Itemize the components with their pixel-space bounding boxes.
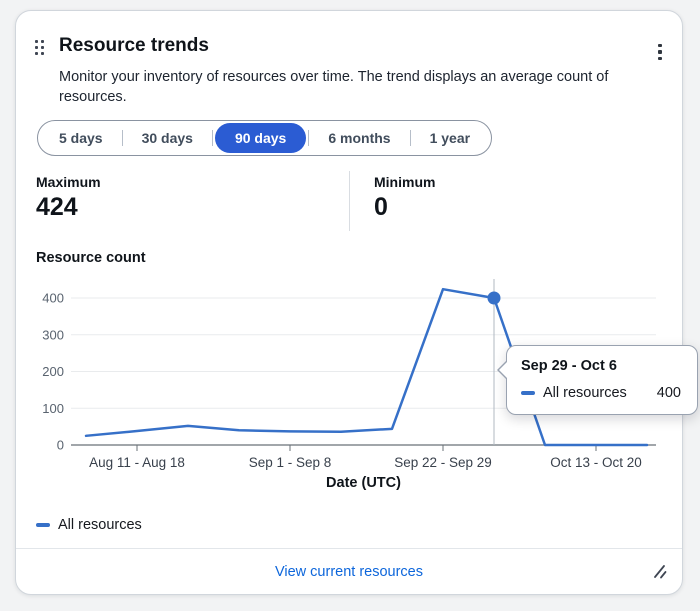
chart-tooltip: Sep 29 - Oct 6 All resources 400	[506, 345, 698, 415]
legend-label[interactable]: All resources	[58, 517, 142, 533]
drag-handle-icon[interactable]	[35, 40, 45, 56]
range-option-30-days[interactable]: 30 days	[123, 123, 212, 153]
tooltip-series-value: 400	[657, 385, 681, 401]
legend-dash-icon	[36, 523, 50, 527]
resize-handle-icon[interactable]	[652, 564, 668, 580]
y-tick-label: 200	[42, 364, 64, 379]
chart-legend: All resources	[36, 517, 142, 533]
x-tick-label: Sep 1 - Sep 8	[249, 455, 332, 470]
tooltip-date-range: Sep 29 - Oct 6	[521, 358, 681, 374]
y-tick-label: 300	[42, 327, 64, 342]
y-tick-label: 100	[42, 401, 64, 416]
stat-divider	[349, 171, 350, 231]
view-current-resources-link[interactable]: View current resources	[275, 564, 423, 580]
widget-menu-button[interactable]	[645, 37, 675, 67]
stat-minimum-value: 0	[374, 193, 388, 222]
y-tick-label: 0	[57, 438, 64, 453]
resource-trends-widget: Resource trends Monitor your inventory o…	[15, 10, 683, 595]
y-tick-label: 400	[42, 291, 64, 306]
vertical-ellipsis-icon	[658, 44, 662, 61]
range-option-90-days[interactable]: 90 days	[215, 123, 306, 153]
widget-title: Resource trends	[59, 35, 209, 57]
x-tick-label: Sep 22 - Sep 29	[394, 455, 492, 470]
range-selector: 5 days30 days90 days6 months1 year	[37, 120, 492, 156]
range-option-5-days[interactable]: 5 days	[40, 123, 122, 153]
series-dash-icon	[521, 391, 535, 395]
widget-footer: View current resources	[16, 548, 682, 594]
tooltip-series-row: All resources 400	[521, 385, 681, 401]
hover-point-marker	[488, 292, 501, 305]
widget-description: Monitor your inventory of resources over…	[59, 67, 639, 107]
x-axis-title: Date (UTC)	[326, 475, 401, 491]
stat-minimum-label: Minimum	[374, 174, 435, 190]
stat-maximum-label: Maximum	[36, 174, 101, 190]
range-option-1-year[interactable]: 1 year	[411, 123, 489, 153]
x-tick-label: Oct 13 - Oct 20	[550, 455, 642, 470]
stat-maximum-value: 424	[36, 193, 78, 222]
x-tick-label: Aug 11 - Aug 18	[89, 455, 185, 470]
range-option-6-months[interactable]: 6 months	[309, 123, 409, 153]
range-divider	[212, 130, 213, 146]
chart-title: Resource count	[36, 250, 146, 266]
tooltip-series-label: All resources	[543, 385, 627, 401]
